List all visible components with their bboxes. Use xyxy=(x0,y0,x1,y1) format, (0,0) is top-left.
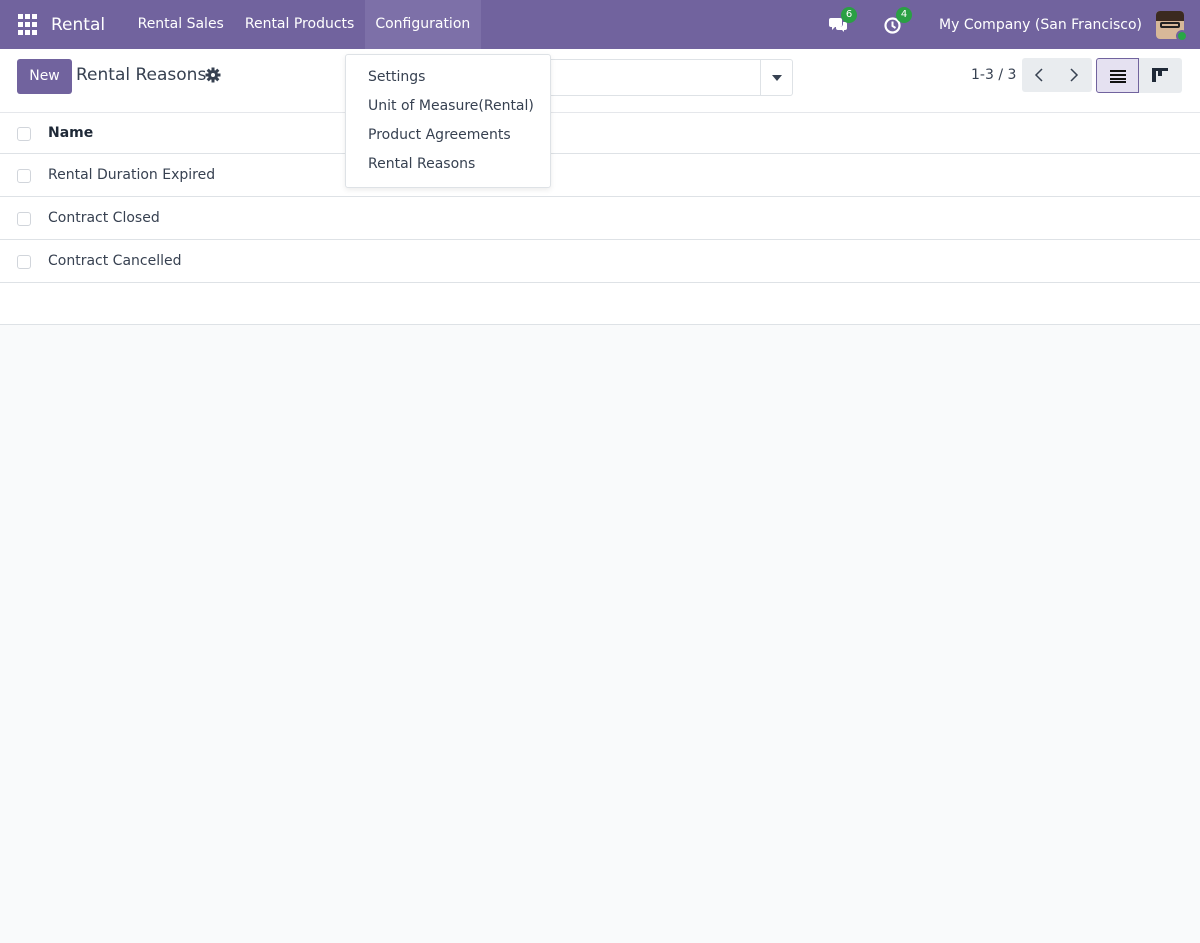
activities-button[interactable]: 4 xyxy=(884,6,913,36)
app-brand[interactable]: Rental xyxy=(51,15,105,35)
messages-button[interactable]: 6 xyxy=(829,6,858,36)
systray: 6 4 My Company (San Francisco) xyxy=(829,0,1200,49)
menu-rental-products[interactable]: Rental Products xyxy=(234,0,364,49)
dropdown-item-unit-of-measure[interactable]: Unit of Measure(Rental) xyxy=(346,92,550,121)
table-row[interactable]: Contract Closed xyxy=(0,197,1200,240)
menu-rental-sales[interactable]: Rental Sales xyxy=(127,0,234,49)
select-all-checkbox[interactable] xyxy=(17,127,31,141)
search-options-toggle[interactable] xyxy=(760,60,792,95)
list-view: Name Rental Duration Expired Contract Cl… xyxy=(0,113,1200,325)
activities-badge: 4 xyxy=(896,6,913,23)
user-avatar[interactable] xyxy=(1156,10,1188,42)
messages-badge: 6 xyxy=(841,6,858,23)
chevron-right-icon xyxy=(1070,68,1079,82)
online-status-icon xyxy=(1176,29,1188,42)
table-row[interactable]: Contract Cancelled xyxy=(0,240,1200,283)
list-view-button[interactable] xyxy=(1096,58,1139,93)
list-view-icon xyxy=(1110,70,1126,83)
pager-value[interactable]: 1-3 / 3 xyxy=(971,67,1016,83)
dropdown-item-rental-reasons[interactable]: Rental Reasons xyxy=(346,150,550,179)
gear-icon[interactable] xyxy=(205,67,221,83)
table-row[interactable]: Rental Duration Expired xyxy=(0,154,1200,197)
kanban-view-button[interactable] xyxy=(1139,58,1182,93)
list-header: Name xyxy=(0,113,1200,154)
row-checkbox[interactable] xyxy=(17,212,31,226)
chevron-left-icon xyxy=(1034,68,1043,82)
control-panel: New Rental Reasons 1-3 / 3 xyxy=(0,49,1200,113)
apps-grid-icon[interactable] xyxy=(18,13,40,36)
row-name-cell: Rental Duration Expired xyxy=(48,167,216,183)
empty-row xyxy=(0,283,1200,324)
pager-next-button[interactable] xyxy=(1057,58,1092,92)
row-name-cell: Contract Closed xyxy=(48,210,160,226)
search-input[interactable] xyxy=(549,59,793,96)
dropdown-item-settings[interactable]: Settings xyxy=(346,63,550,92)
column-header-name[interactable]: Name xyxy=(48,125,93,141)
row-checkbox[interactable] xyxy=(17,169,31,183)
kanban-view-icon xyxy=(1152,68,1168,82)
new-button[interactable]: New xyxy=(17,59,72,94)
page-title: Rental Reasons xyxy=(76,65,207,85)
row-checkbox[interactable] xyxy=(17,255,31,269)
dropdown-item-product-agreements[interactable]: Product Agreements xyxy=(346,121,550,150)
configuration-dropdown: Settings Unit of Measure(Rental) Product… xyxy=(345,54,551,188)
row-name-cell: Contract Cancelled xyxy=(48,253,182,269)
company-switcher[interactable]: My Company (San Francisco) xyxy=(939,17,1142,33)
menu-configuration[interactable]: Configuration xyxy=(364,0,481,49)
top-navbar: Rental Rental Sales Rental Products Conf… xyxy=(0,0,1200,49)
pager-previous-button[interactable] xyxy=(1022,58,1057,92)
